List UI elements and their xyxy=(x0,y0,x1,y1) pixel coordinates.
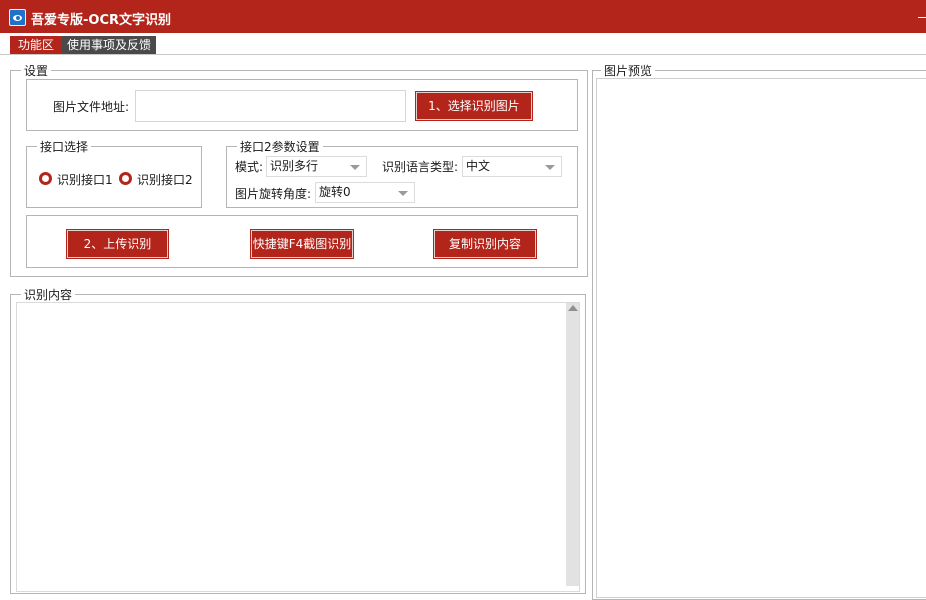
image-preview-area xyxy=(596,78,926,598)
rotation-select-value: 旋转0 xyxy=(319,185,351,199)
select-image-button[interactable]: 1、选择识别图片 xyxy=(416,92,532,120)
result-textarea[interactable] xyxy=(16,302,580,592)
rotation-label: 图片旋转角度: xyxy=(235,187,312,201)
rotation-select[interactable]: 旋转0 xyxy=(315,182,415,203)
chevron-down-icon xyxy=(398,191,408,196)
window-title: 吾爱专版-OCR文字识别 xyxy=(31,13,171,28)
radio-api1[interactable] xyxy=(39,172,52,185)
tab-usage-feedback[interactable]: 使用事项及反馈 xyxy=(62,36,156,55)
copy-result-button[interactable]: 复制识别内容 xyxy=(434,230,536,258)
language-select[interactable]: 中文 xyxy=(462,156,562,177)
chevron-down-icon xyxy=(545,165,555,170)
tab-function-area[interactable]: 功能区 xyxy=(10,36,62,55)
preview-legend: 图片预览 xyxy=(601,62,656,79)
scroll-up-icon[interactable] xyxy=(568,305,578,311)
language-select-value: 中文 xyxy=(466,159,491,173)
file-path-label: 图片文件地址: xyxy=(53,100,130,114)
mode-select[interactable]: 识别多行 xyxy=(266,156,367,177)
tab-divider xyxy=(0,54,926,55)
chevron-down-icon xyxy=(350,165,360,170)
settings-legend: 设置 xyxy=(21,62,52,79)
result-scrollbar[interactable] xyxy=(566,303,579,586)
upload-recognize-button[interactable]: 2、上传识别 xyxy=(67,230,168,258)
radio-api1-label[interactable]: 识别接口1 xyxy=(57,171,113,188)
result-legend: 识别内容 xyxy=(21,286,76,303)
radio-api2-label[interactable]: 识别接口2 xyxy=(137,171,193,188)
eye-icon xyxy=(9,9,26,26)
file-path-input[interactable] xyxy=(135,90,406,122)
language-label: 识别语言类型: xyxy=(382,160,459,174)
mode-select-value: 识别多行 xyxy=(270,159,319,173)
screenshot-recognize-button[interactable]: 快捷键F4截图识别 xyxy=(251,230,353,258)
mode-label: 模式: xyxy=(235,160,264,174)
radio-api2[interactable] xyxy=(119,172,132,185)
minimize-icon[interactable] xyxy=(916,6,926,20)
api-select-legend: 接口选择 xyxy=(37,138,92,155)
api2-params-legend: 接口2参数设置 xyxy=(237,138,323,155)
